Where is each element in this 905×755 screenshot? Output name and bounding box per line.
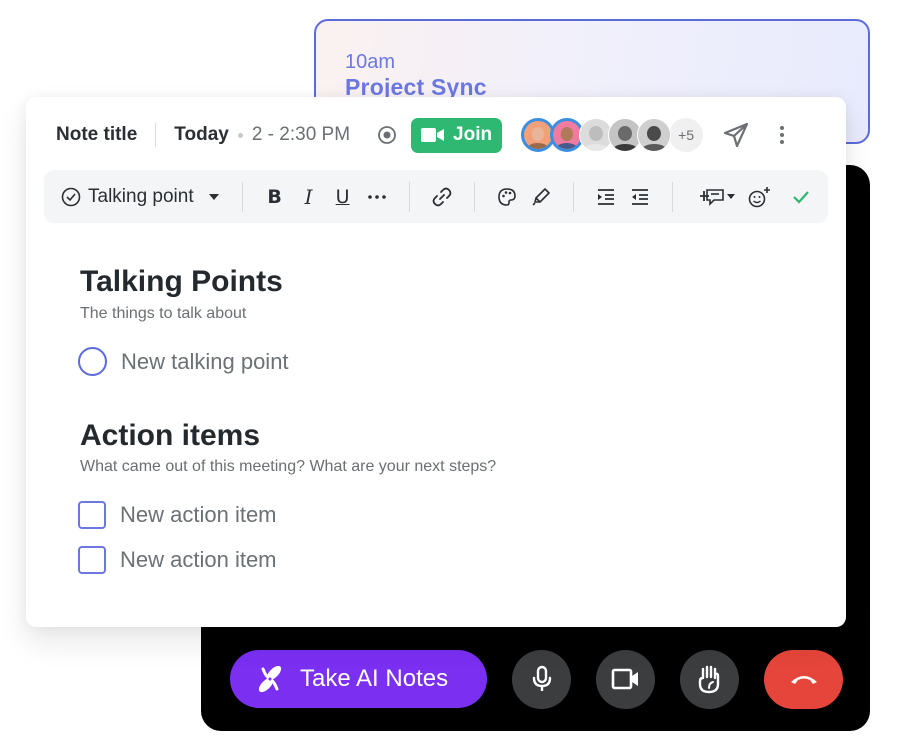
action-item-text[interactable]: New action item	[120, 547, 277, 573]
link-icon	[432, 187, 452, 206]
note-title[interactable]: Note title	[56, 124, 137, 146]
add-reaction-button[interactable]	[746, 183, 774, 211]
microphone-button[interactable]	[512, 649, 571, 709]
action-item-checkbox[interactable]	[78, 546, 106, 574]
more-formatting-button[interactable]	[363, 183, 391, 211]
caret-down-icon	[208, 193, 219, 200]
section-subtitle-action-items: What came out of this meeting? What are …	[80, 458, 497, 475]
phone-hangup-icon	[790, 676, 817, 684]
note-header: Note title Today 2 - 2:30 PM Join +5	[56, 115, 826, 155]
video-camera-icon	[611, 668, 638, 690]
block-type-label: Talking point	[88, 185, 194, 207]
add-comment-icon	[699, 188, 735, 206]
bold-button[interactable]: B	[261, 183, 289, 211]
event-time: 10am	[345, 51, 396, 73]
talking-point-radio[interactable]	[78, 347, 107, 376]
section-title-action-items: Action items	[80, 419, 261, 452]
ellipsis-icon	[367, 194, 386, 199]
outdent-icon	[631, 188, 648, 205]
toolbar-divider	[408, 181, 410, 212]
take-ai-notes-label: Take AI Notes	[300, 665, 449, 692]
underline-button[interactable]: U	[329, 183, 357, 211]
block-type-dropdown[interactable]: Talking point	[61, 186, 220, 208]
insert-comment-button[interactable]	[698, 183, 740, 211]
highlight-button[interactable]	[527, 183, 555, 211]
italic-button[interactable]: I	[295, 183, 323, 211]
section-title-talking-points: Talking Points	[80, 265, 283, 298]
outdent-button[interactable]	[626, 183, 654, 211]
join-meeting-button[interactable]: Join	[411, 117, 503, 153]
check-circle-icon	[61, 187, 81, 206]
header-divider	[155, 123, 157, 147]
action-item[interactable]: New action item	[78, 546, 277, 574]
action-item-checkbox[interactable]	[78, 501, 106, 529]
separator-dot	[237, 132, 243, 138]
action-item-text[interactable]: New action item	[120, 502, 277, 528]
meeting-date: Today	[174, 124, 229, 145]
video-camera-icon	[421, 128, 445, 142]
ai-notes-icon	[258, 665, 282, 693]
text-color-button[interactable]	[493, 183, 521, 211]
more-options-icon[interactable]	[779, 125, 785, 145]
toolbar-divider	[671, 181, 673, 212]
section-subtitle-talking-points: The things to talk about	[80, 305, 247, 322]
toolbar-divider	[473, 181, 475, 212]
camera-button[interactable]	[596, 649, 655, 709]
microphone-icon	[532, 665, 551, 691]
checkmark-icon	[792, 190, 809, 204]
indent-button[interactable]	[592, 183, 620, 211]
link-button[interactable]	[428, 183, 456, 211]
hang-up-button[interactable]	[764, 649, 843, 709]
toolbar-divider	[572, 181, 574, 212]
done-button[interactable]	[787, 183, 815, 211]
meeting-time-range: 2 - 2:30 PM	[251, 124, 351, 145]
emoji-add-icon	[748, 186, 770, 207]
palette-icon	[497, 187, 516, 206]
avatar[interactable]	[637, 118, 672, 152]
talking-point-item[interactable]: New talking point	[78, 347, 289, 376]
formatting-toolbar: Talking point B I U	[44, 170, 828, 223]
send-icon[interactable]	[723, 122, 749, 148]
talking-point-text[interactable]: New talking point	[121, 349, 289, 375]
meeting-note-card: Note title Today 2 - 2:30 PM Join +5 Tal…	[26, 97, 846, 627]
indent-icon	[597, 188, 614, 205]
more-attendees-badge[interactable]: +5	[669, 118, 704, 152]
raise-hand-icon	[698, 665, 719, 694]
join-label: Join	[453, 124, 493, 145]
record-icon[interactable]	[377, 125, 397, 145]
raise-hand-button[interactable]	[680, 649, 739, 709]
toolbar-divider	[241, 181, 243, 212]
call-controls-bar: Take AI Notes	[230, 649, 843, 709]
attendee-avatars[interactable]: +5	[521, 118, 704, 152]
action-item[interactable]: New action item	[78, 501, 277, 529]
highlighter-icon	[532, 187, 550, 206]
take-ai-notes-button[interactable]: Take AI Notes	[230, 650, 487, 708]
